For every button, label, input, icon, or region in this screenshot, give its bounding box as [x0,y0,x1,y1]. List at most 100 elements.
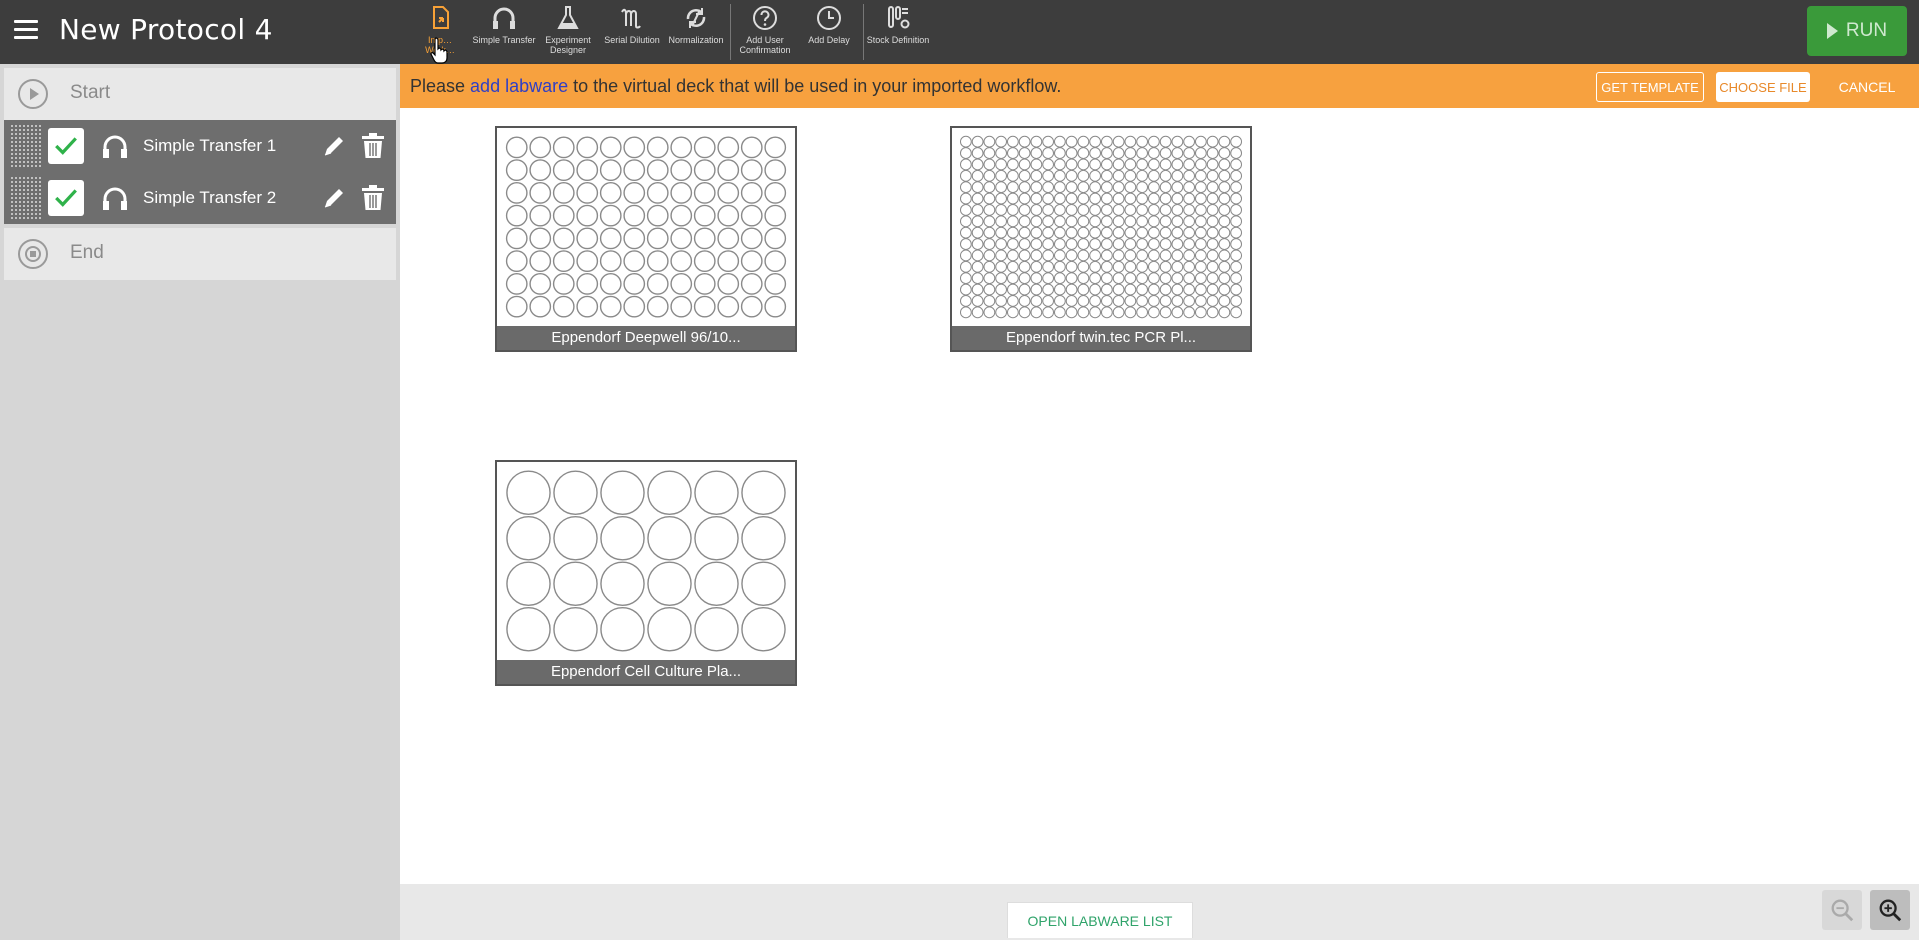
well [1089,181,1102,194]
well [1089,306,1102,319]
well [1100,283,1113,296]
well [740,159,763,182]
step-enabled-checkbox[interactable] [48,180,84,216]
step-end[interactable]: End [4,228,396,280]
well [1171,238,1184,250]
tool-add-delay[interactable]: Add Delay [797,0,861,64]
well [1100,147,1113,159]
well [529,250,552,272]
well [1171,283,1184,296]
well [1136,283,1149,296]
well [1006,204,1019,216]
well [552,295,575,318]
labware-plate[interactable]: Eppendorf Cell Culture Pla... [495,460,797,686]
well [983,169,996,182]
well [959,272,972,285]
well [1042,226,1055,239]
trash-icon[interactable] [360,132,386,160]
well [1124,238,1137,250]
well [553,606,598,652]
trash-icon[interactable] [360,184,386,212]
well [623,204,646,227]
well [1089,249,1102,262]
well [717,136,740,159]
step-start[interactable]: Start [4,68,396,120]
well [1147,272,1160,285]
well [1077,204,1090,216]
step-simple-transfer-2[interactable]: Simple Transfer 2 [4,172,396,224]
well [505,272,528,295]
well [1218,249,1231,262]
well [1089,226,1102,239]
well [1006,215,1019,228]
hand-cursor-icon [430,37,448,64]
edit-icon[interactable] [320,132,348,160]
well [1042,295,1055,307]
tool-experiment-designer[interactable]: Experiment Designer [536,0,600,64]
tool-serial-dilution[interactable]: Serial Dilution [600,0,664,64]
well [1147,283,1160,296]
well [1112,215,1125,228]
well [1089,215,1102,228]
tool-add-user-confirmation[interactable]: Add User Confirmation [733,0,797,64]
well [995,226,1008,239]
well [552,204,575,227]
add-labware-link[interactable]: add labware [470,76,568,96]
get-template-button[interactable]: GET TEMPLATE [1596,72,1704,102]
drag-handle-icon[interactable] [10,176,42,220]
run-button[interactable]: RUN [1807,6,1907,56]
serial-dilution-icon [621,8,641,29]
step-end-label: End [70,242,104,263]
drag-handle-icon[interactable] [10,124,42,168]
well [1100,169,1113,182]
well [959,283,972,296]
choose-file-button[interactable]: CHOOSE FILE [1716,72,1810,102]
well [971,306,984,319]
zoom-in-button[interactable] [1870,890,1910,930]
well [1100,295,1113,307]
well [599,272,622,295]
banner-prefix: Please [410,76,471,96]
zoom-out-button[interactable] [1822,890,1862,930]
well [1053,260,1066,273]
well [1030,272,1043,285]
well [1042,260,1055,273]
edit-icon[interactable] [320,184,348,212]
well [1018,147,1031,159]
well [1206,147,1219,159]
well [623,295,646,318]
well [1136,204,1149,216]
well [1194,215,1207,228]
cancel-button[interactable]: CANCEL [1832,72,1902,102]
well [1147,260,1160,273]
well [983,260,996,273]
well [1230,306,1243,319]
well [959,135,972,148]
well [1065,249,1078,262]
well [740,227,763,250]
well [1147,249,1160,262]
banner-suffix: to the virtual deck that will be used in… [568,76,1062,96]
well [1230,249,1243,262]
well [959,181,972,194]
well [1147,147,1160,159]
well [995,238,1008,250]
tool-stock-definition[interactable]: Stock Definition [866,0,930,64]
step-simple-transfer-1[interactable]: Simple Transfer 1 [4,120,396,172]
tool-simple-transfer[interactable]: Simple Transfer [472,0,536,64]
step-enabled-checkbox[interactable] [48,128,84,164]
open-labware-list-button[interactable]: OPEN LABWARE LIST [1007,902,1193,938]
well [670,159,693,182]
menu-icon[interactable] [14,20,38,42]
well [1194,226,1207,239]
well [529,136,552,159]
well [1089,272,1102,285]
well [740,272,763,295]
well [1112,306,1125,319]
well [1042,249,1055,262]
tool-normalization[interactable]: Normalization [664,0,728,64]
labware-plate[interactable]: Eppendorf twin.tec PCR Pl... [950,126,1252,352]
step-label: Simple Transfer 1 [143,136,277,155]
labware-plate[interactable]: Eppendorf Deepwell 96/10... [495,126,797,352]
well [983,249,996,262]
